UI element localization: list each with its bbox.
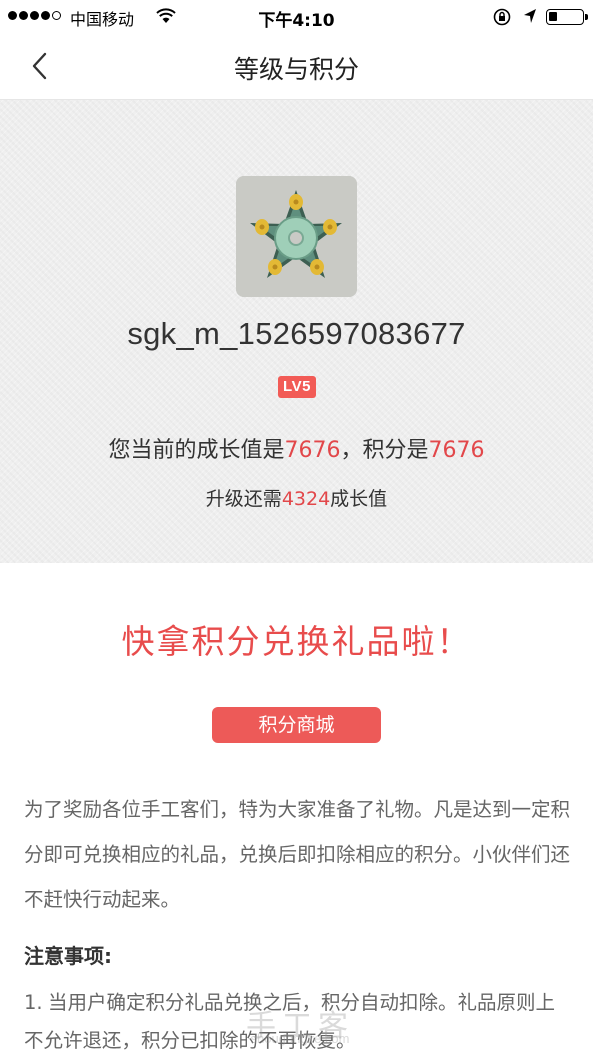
notice-item-number: 1. — [24, 991, 43, 1014]
promo-description: 为了奖励各位手工客们，特为大家准备了礼物。凡是达到一定积分即可兑换相应的礼品，兑… — [24, 798, 571, 911]
points-value: 7676 — [428, 438, 485, 463]
battery-icon — [546, 9, 588, 25]
rotation-lock-icon — [493, 8, 511, 26]
navigation-bar: 等级与积分 — [0, 32, 593, 100]
promo-title: 快拿积分兑换礼品啦！ — [121, 622, 472, 661]
growth-label: 您当前的成长值是 — [108, 438, 285, 463]
username: sgk_m_1526597083677 — [127, 316, 466, 351]
level-badge: LV5 — [278, 376, 316, 398]
notice-heading: 注意事项: — [24, 944, 112, 968]
points-label: ，积分是 — [340, 438, 429, 463]
watermark-url: shougongke.com — [250, 1031, 350, 1046]
points-mall-button[interactable]: 积分商城 — [212, 707, 381, 743]
profile-panel: sgk_m_1526597083677 LV5 您当前的成长值是7676，积分是… — [0, 100, 593, 563]
location-arrow-icon — [524, 9, 536, 23]
growth-value: 7676 — [284, 438, 341, 463]
upgrade-value: 4324 — [281, 488, 331, 510]
watermark: 手工客 shougongke.com — [220, 1012, 380, 1046]
upgrade-requirement: 升级还需4324成长值 — [0, 484, 593, 511]
page-title: 等级与积分 — [233, 55, 359, 84]
upgrade-suffix: 成长值 — [330, 488, 388, 510]
avatar[interactable] — [236, 176, 357, 297]
status-bar: 中国移动 下午4:10 — [0, 0, 593, 32]
upgrade-prefix: 升级还需 — [205, 488, 282, 510]
jade-flower-avatar-icon — [236, 176, 357, 297]
growth-points-summary: 您当前的成长值是7676，积分是7676 — [0, 432, 593, 464]
